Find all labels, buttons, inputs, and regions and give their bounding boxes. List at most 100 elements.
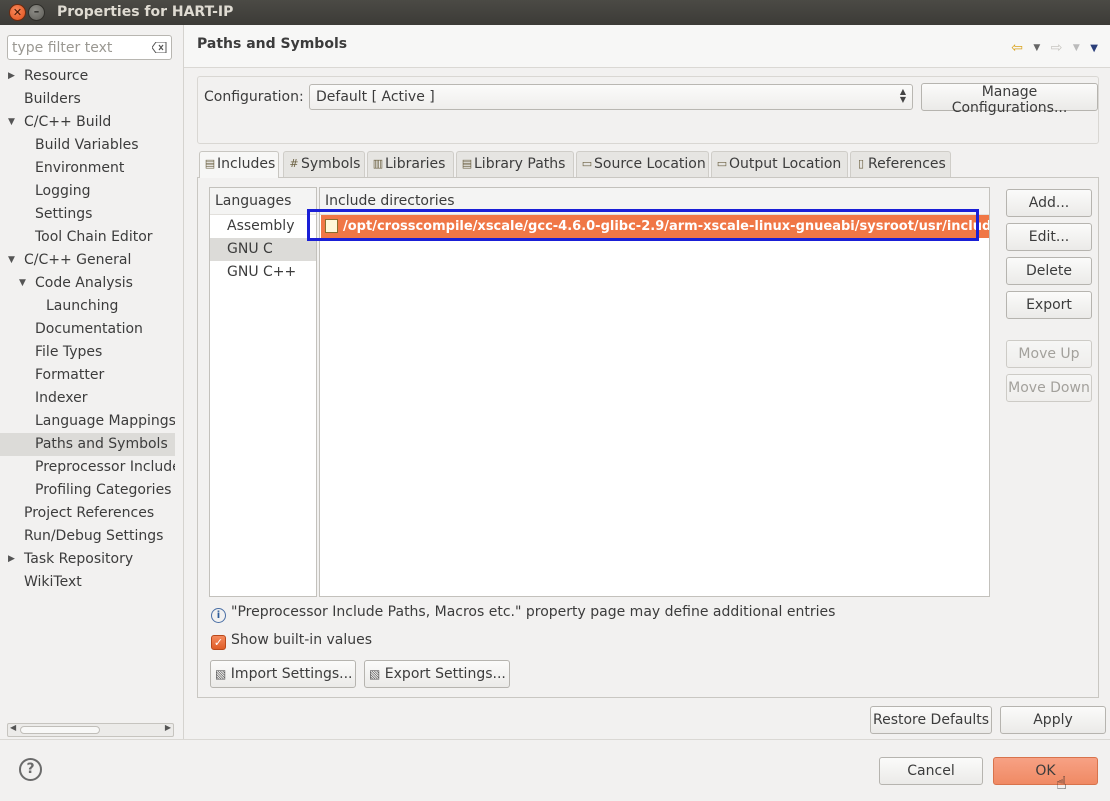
add-button[interactable]: Add... — [1006, 189, 1092, 217]
sidebar-horizontal-scrollbar[interactable]: ◀ ▶ — [7, 723, 174, 737]
sidebar-item-file-types[interactable]: File Types — [0, 341, 175, 364]
sidebar-item-settings[interactable]: Settings — [0, 203, 175, 226]
include-directories-table: Include directories /opt/crosscompile/xs… — [319, 187, 990, 597]
clear-filter-icon[interactable] — [152, 42, 167, 53]
filter-input[interactable] — [12, 39, 152, 56]
sidebar-item-documentation[interactable]: Documentation — [0, 318, 175, 341]
tab-label: References — [868, 156, 946, 172]
scrollbar-thumb[interactable] — [20, 726, 100, 734]
ok-button[interactable]: OK — [993, 757, 1098, 785]
delete-button[interactable]: Delete — [1006, 257, 1092, 285]
back-menu-chevron-icon[interactable]: ▼ — [1033, 43, 1040, 53]
references-icon: ▯ — [857, 157, 865, 170]
help-icon[interactable]: ? — [19, 758, 42, 781]
sidebar-item-c-c-general[interactable]: ▼ C/C++ General — [0, 249, 175, 272]
sidebar-item-indexer[interactable]: Indexer — [0, 387, 175, 410]
tab-libraries[interactable]: ▥ Libraries — [367, 151, 454, 177]
tab-output-location[interactable]: ▭ Output Location — [711, 151, 848, 177]
sidebar-item-project-references[interactable]: Project References — [0, 502, 175, 525]
languages-header: Languages — [210, 188, 316, 215]
sidebar-item-label: Paths and Symbols — [35, 436, 168, 452]
cancel-button[interactable]: Cancel — [879, 757, 983, 785]
edit-button[interactable]: Edit... — [1006, 223, 1092, 251]
tab-label: Output Location — [729, 156, 842, 172]
export-settings-icon: ▧ — [369, 667, 381, 681]
sidebar-item-environment[interactable]: Environment — [0, 157, 175, 180]
history-nav: ⇦ ▼ ⇨ ▼ ▼ — [1005, 40, 1098, 56]
collapsed-arrow-icon[interactable]: ▶ — [8, 548, 15, 571]
output-location-icon: ▭ — [716, 157, 728, 170]
sidebar: ▶ Resource Builders ▼ C/C++ Build Build Varia… — [0, 25, 183, 739]
manage-configurations-button[interactable]: Manage Configurations... — [921, 83, 1098, 116]
sidebar-divider[interactable] — [183, 25, 184, 739]
sidebar-item-run-debug-settings[interactable]: Run/Debug Settings — [0, 525, 175, 548]
sidebar-item-build-variables[interactable]: Build Variables — [0, 134, 175, 157]
sidebar-item-resource[interactable]: ▶ Resource — [0, 65, 175, 88]
restore-defaults-button[interactable]: Restore Defaults — [870, 706, 992, 734]
expanded-arrow-icon[interactable]: ▼ — [19, 272, 26, 295]
window-close-button[interactable]: ✕ — [9, 4, 26, 21]
includes-icon: ▤ — [204, 157, 216, 170]
sidebar-item-preprocessor-include[interactable]: Preprocessor Include — [0, 456, 175, 479]
language-item-gnu-cplusplus[interactable]: GNU C++ — [210, 261, 316, 284]
tab-library-paths[interactable]: ▤ Library Paths — [456, 151, 574, 177]
sidebar-item-label: Documentation — [35, 321, 143, 337]
sidebar-item-paths-and-symbols[interactable]: Paths and Symbols — [0, 433, 175, 456]
sidebar-item-tool-chain-editor[interactable]: Tool Chain Editor — [0, 226, 175, 249]
back-arrow-icon[interactable]: ⇦ — [1011, 40, 1023, 56]
info-icon: i — [211, 608, 226, 623]
language-item-gnu-c[interactable]: GNU C — [210, 238, 316, 261]
tab-label: Source Location — [594, 156, 706, 172]
scroll-right-icon[interactable]: ▶ — [165, 723, 171, 732]
expanded-arrow-icon[interactable]: ▼ — [8, 111, 15, 134]
apply-button[interactable]: Apply — [1000, 706, 1106, 734]
expanded-arrow-icon[interactable]: ▼ — [8, 249, 15, 272]
libraries-icon: ▥ — [372, 157, 384, 170]
export-button[interactable]: Export — [1006, 291, 1092, 319]
configuration-select[interactable]: Default [ Active ] ▲ ▼ — [309, 84, 913, 110]
sidebar-item-c-c-build[interactable]: ▼ C/C++ Build — [0, 111, 175, 134]
sidebar-item-label: Profiling Categories — [35, 482, 172, 498]
sidebar-item-label: Indexer — [35, 390, 88, 406]
export-settings-button[interactable]: ▧ Export Settings... — [364, 660, 510, 688]
forward-arrow-icon[interactable]: ⇨ — [1051, 40, 1063, 56]
tab-symbols[interactable]: # Symbols — [283, 151, 365, 177]
sidebar-item-formatter[interactable]: Formatter — [0, 364, 175, 387]
scroll-left-icon[interactable]: ◀ — [10, 723, 16, 732]
sidebar-item-label: Logging — [35, 183, 91, 199]
import-settings-icon: ▧ — [215, 667, 227, 681]
import-settings-button[interactable]: ▧ Import Settings... — [210, 660, 356, 688]
tab-references[interactable]: ▯ References — [850, 151, 951, 177]
sidebar-item-code-analysis[interactable]: ▼ Code Analysis — [0, 272, 175, 295]
sidebar-item-task-repository[interactable]: ▶ Task Repository — [0, 548, 175, 571]
sidebar-item-profiling-categories[interactable]: Profiling Categories — [0, 479, 175, 502]
move-down-button[interactable]: Move Down — [1006, 374, 1092, 402]
sidebar-item-wikitext[interactable]: WikiText — [0, 571, 175, 594]
include-directory-path: /opt/crosscompile/xscale/gcc-4.6.0-glibc… — [343, 219, 989, 234]
show-builtin-checkbox[interactable]: ✓ Show built-in values — [211, 632, 372, 650]
sidebar-item-label: Language Mappings — [35, 413, 175, 429]
window-title: Properties for HART-IP — [57, 4, 234, 20]
sidebar-item-launching[interactable]: Launching — [0, 295, 175, 318]
window-minimize-button[interactable]: – — [28, 4, 45, 21]
sidebar-item-label: Task Repository — [24, 551, 134, 567]
language-item-assembly[interactable]: Assembly — [210, 215, 316, 238]
symbols-icon: # — [289, 157, 299, 170]
include-directory-row[interactable]: /opt/crosscompile/xscale/gcc-4.6.0-glibc… — [321, 215, 989, 238]
move-up-button[interactable]: Move Up — [1006, 340, 1092, 368]
sidebar-item-label: Build Variables — [35, 137, 139, 153]
export-settings-label: Export Settings... — [384, 666, 506, 682]
sidebar-item-logging[interactable]: Logging — [0, 180, 175, 203]
property-tree: ▶ Resource Builders ▼ C/C++ Build Build Varia… — [0, 65, 175, 594]
checkbox-checked-icon[interactable]: ✓ — [211, 635, 226, 650]
sidebar-item-language-mappings[interactable]: Language Mappings — [0, 410, 175, 433]
forward-menu-chevron-icon[interactable]: ▼ — [1073, 43, 1080, 53]
title-bar: ✕ – Properties for HART-IP — [0, 0, 1110, 25]
sidebar-item-builders[interactable]: Builders — [0, 88, 175, 111]
minimize-icon: – — [33, 5, 40, 18]
collapsed-arrow-icon[interactable]: ▶ — [8, 65, 15, 88]
tab-source-location[interactable]: ▭ Source Location — [576, 151, 709, 177]
sidebar-item-label: Builders — [24, 91, 81, 107]
view-menu-icon[interactable]: ▼ — [1090, 43, 1098, 54]
tab-includes[interactable]: ▤ Includes — [199, 151, 279, 178]
